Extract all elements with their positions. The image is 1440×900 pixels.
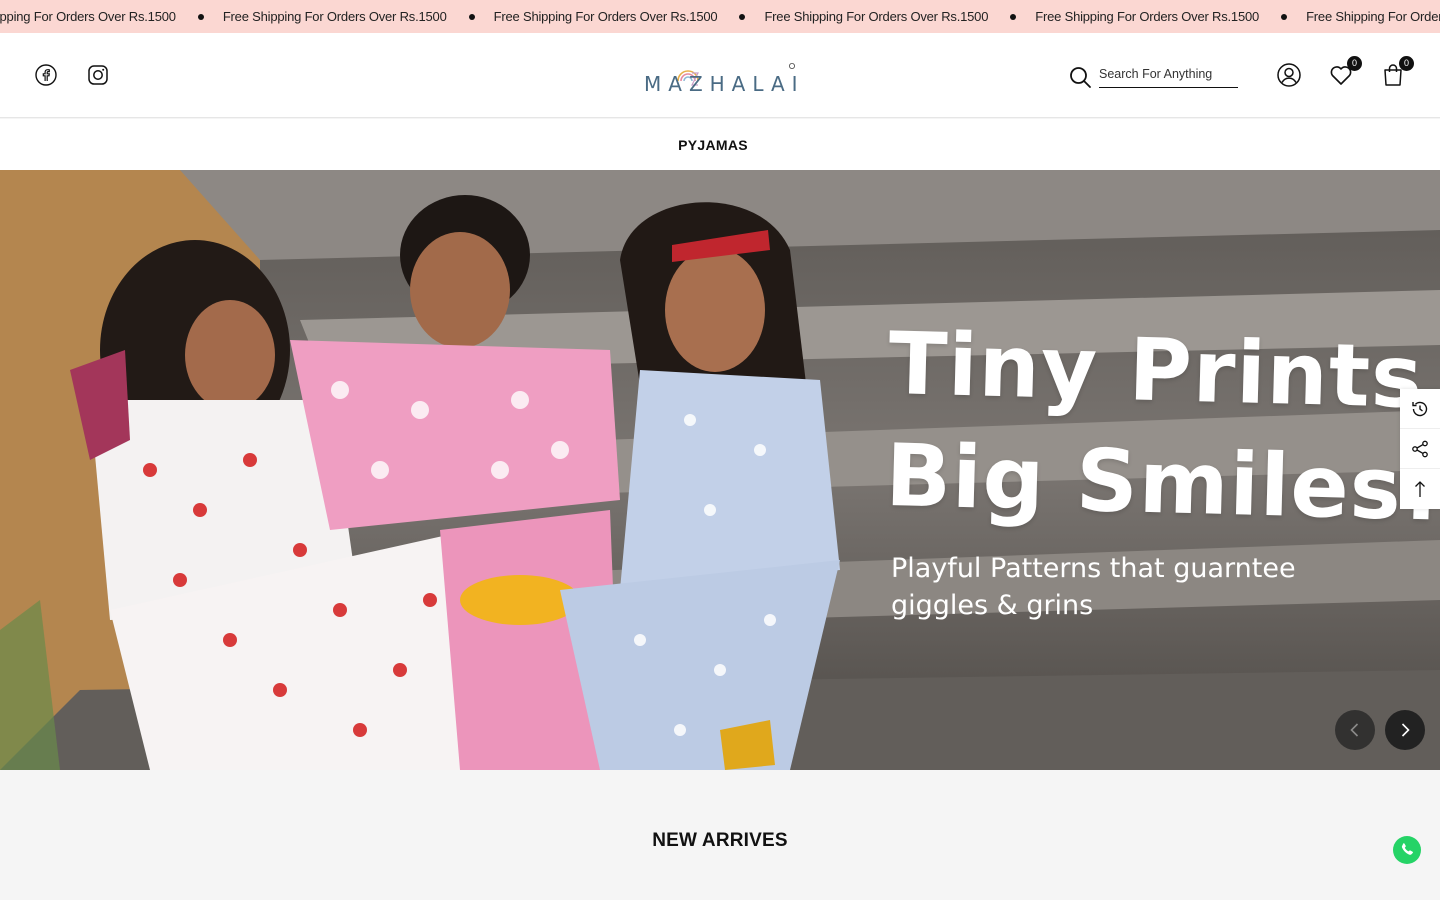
site-header: MAZHALAI 0 0 <box>0 33 1440 118</box>
hero-subtitle: Playful Patterns that guarntee giggles &… <box>891 550 1351 624</box>
announcement-text: Free Shipping For Orders Over Rs.1500 <box>0 9 176 24</box>
bullet-dot <box>1281 13 1288 20</box>
nav-item-pyjamas[interactable]: PYJAMAS <box>678 137 748 153</box>
facebook-icon[interactable] <box>34 63 58 87</box>
announcement-item: Free Shipping For Orders Over Rs.1500 <box>494 9 765 24</box>
share-icon[interactable] <box>1400 429 1440 469</box>
account-icon[interactable] <box>1276 62 1302 88</box>
chevron-right-icon <box>1401 723 1410 737</box>
logo-text: MAZHALAI <box>644 72 805 96</box>
chevron-left-icon <box>1350 723 1359 737</box>
announcement-bar: Free Shipping For Orders Over Rs.1500 Fr… <box>0 0 1440 33</box>
back-to-top-icon[interactable] <box>1400 469 1440 509</box>
slider-next-button[interactable] <box>1385 710 1425 750</box>
wishlist-icon[interactable]: 0 <box>1328 56 1362 88</box>
announcement-item: Free Shipping For Orders Over Rs.1500 <box>1035 9 1306 24</box>
announcement-text: Free Shipping For Orders Over Rs.1500 <box>1306 9 1440 24</box>
hero-headline-line: Big Smiles! <box>884 425 1440 541</box>
search-icon[interactable] <box>1068 65 1092 89</box>
bullet-dot <box>197 13 204 20</box>
announcement-track: Free Shipping For Orders Over Rs.1500 Fr… <box>0 0 1440 33</box>
bullet-dot <box>1010 13 1017 20</box>
announcement-text: Free Shipping For Orders Over Rs.1500 <box>493 9 718 24</box>
hero-subtitle-line: giggles & grins <box>891 590 1094 621</box>
bullet-dot <box>739 13 746 20</box>
announcement-text: Free Shipping For Orders Over Rs.1500 <box>1035 9 1260 24</box>
announcement-item: Free Shipping For Orders Over Rs.1500 <box>1306 9 1440 24</box>
announcement-text: Free Shipping For Orders Over Rs.1500 <box>764 9 989 24</box>
search-input[interactable] <box>1099 63 1238 88</box>
slider-prev-button[interactable] <box>1335 710 1375 750</box>
bullet-dot <box>468 13 475 20</box>
announcement-item: Free Shipping For Orders Over Rs.1500 <box>223 9 494 24</box>
announcement-text: Free Shipping For Orders Over Rs.1500 <box>222 9 447 24</box>
cart-icon[interactable]: 0 <box>1380 56 1414 88</box>
section-title: NEW ARRIVES <box>652 830 788 851</box>
hero-headline-line: Tiny Prints, <box>887 313 1440 429</box>
main-navigation: PYJAMAS <box>0 119 1440 170</box>
hero-headline: Tiny Prints, Big Smiles! <box>884 308 1440 546</box>
whatsapp-icon[interactable] <box>1391 834 1423 866</box>
hero-subtitle-line: Playful Patterns that guarntee <box>891 553 1296 584</box>
wishlist-count-badge: 0 <box>1347 56 1362 71</box>
announcement-item: Free Shipping For Orders Over Rs.1500 <box>0 9 223 24</box>
cart-count-badge: 0 <box>1399 56 1414 71</box>
side-toolbar <box>1400 389 1440 509</box>
brand-logo[interactable]: MAZHALAI <box>640 59 800 99</box>
recently-viewed-icon[interactable] <box>1400 389 1440 429</box>
announcement-item: Free Shipping For Orders Over Rs.1500 <box>764 9 1035 24</box>
hero-slider: Tiny Prints, Big Smiles! Playful Pattern… <box>0 170 1440 770</box>
instagram-icon[interactable] <box>86 63 110 87</box>
